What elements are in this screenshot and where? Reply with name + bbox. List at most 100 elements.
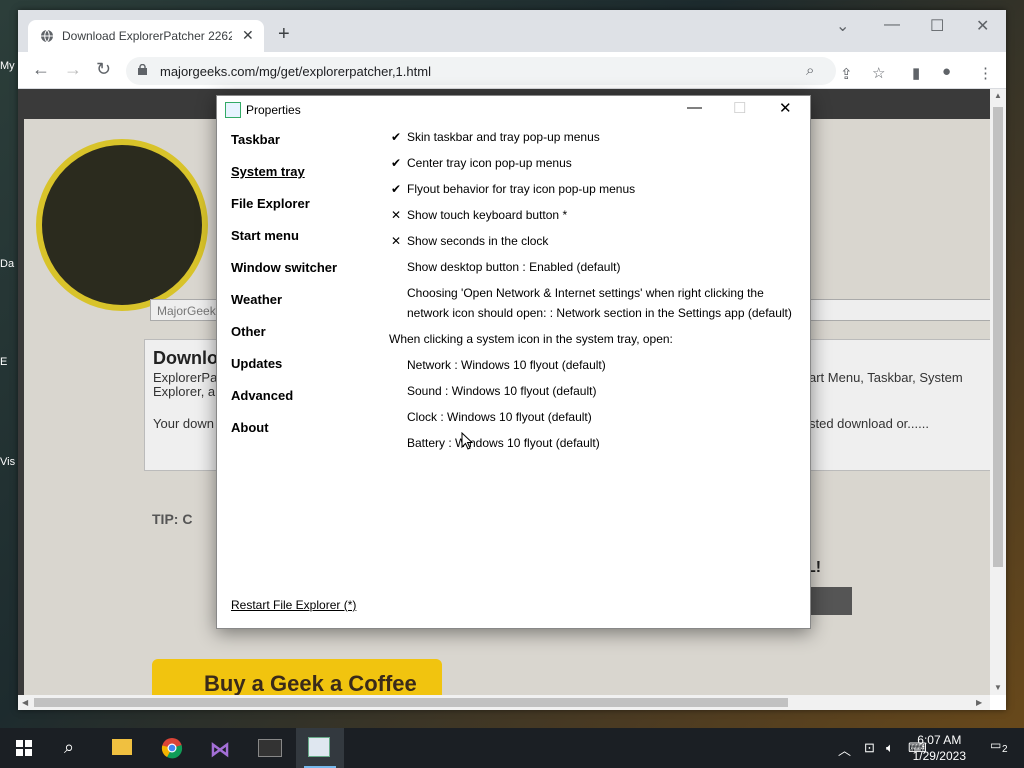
nav-updates[interactable]: Updates	[231, 356, 282, 371]
search-button[interactable]: ⌕	[48, 728, 96, 768]
taskbar-properties[interactable]	[296, 728, 344, 768]
checkmark-icon: ✔	[390, 130, 402, 144]
close-icon[interactable]: ✕	[779, 99, 792, 117]
clock-date: 1/29/2023	[912, 749, 966, 763]
restart-explorer-link[interactable]: Restart File Explorer (*)	[231, 598, 356, 612]
nav-system-tray[interactable]: System tray	[231, 164, 305, 179]
desktop-icon-label[interactable]: E	[0, 356, 18, 368]
taskbar-visual-studio[interactable]: ⋈	[196, 728, 244, 768]
option-network-settings[interactable]: Choosing 'Open Network & Internet settin…	[389, 283, 799, 323]
chevron-down-icon[interactable]: ⌄	[836, 16, 849, 36]
network-icon[interactable]: ⊡	[864, 740, 875, 756]
maximize-icon[interactable]: ☐	[930, 16, 944, 36]
bookmark-star-icon[interactable]: ☆	[872, 64, 885, 82]
search-icon: ⌕	[64, 737, 75, 757]
vertical-scrollbar[interactable]: ▲ ▼	[990, 89, 1006, 695]
taskbar-chrome[interactable]	[148, 728, 196, 768]
app-icon	[308, 737, 330, 757]
notification-count: 2	[1002, 744, 1008, 755]
page-subtext: Explorer, a	[153, 384, 216, 399]
browser-tab[interactable]: Download ExplorerPatcher 2262 ✕	[28, 20, 264, 52]
nav-file-explorer[interactable]: File Explorer	[231, 196, 310, 211]
page-subtext: ExplorerPa	[153, 370, 218, 385]
option-label: Show touch keyboard button *	[407, 208, 568, 222]
cross-icon: ✕	[390, 234, 402, 248]
chevron-up-icon[interactable]: ︿	[838, 740, 851, 759]
close-icon[interactable]: ✕	[976, 16, 989, 36]
horizontal-scrollbar[interactable]: ◀ ▶	[18, 695, 990, 710]
option-label: Choosing 'Open Network & Internet settin…	[407, 286, 764, 300]
option-label: network icon should open: : Network sect…	[407, 306, 792, 320]
forward-icon[interactable]: →	[64, 60, 82, 78]
scroll-right-icon[interactable]: ▶	[976, 698, 982, 707]
globe-icon	[41, 29, 53, 43]
search-icon[interactable]: ⌕	[806, 62, 814, 79]
mouse-cursor-icon	[461, 432, 473, 450]
menu-kebab-icon[interactable]: ⋮	[978, 64, 993, 82]
nav-weather[interactable]: Weather	[231, 292, 282, 307]
windows-logo-icon	[16, 740, 32, 756]
reload-icon[interactable]: ↻	[96, 60, 111, 78]
tip-label: TIP: C	[152, 511, 193, 527]
option-label: Show seconds in the clock	[407, 234, 549, 248]
scroll-left-icon[interactable]: ◀	[22, 698, 28, 707]
chrome-icon	[161, 738, 183, 759]
taskbar-file-explorer[interactable]	[98, 728, 146, 768]
tab-strip: Download ExplorerPatcher 2262 ✕ + ⌄ — ☐ …	[18, 10, 1006, 52]
minimize-icon[interactable]: —	[687, 99, 702, 116]
option-label: Sound : Windows 10 flyout (default)	[407, 384, 597, 398]
clock-time: 6:07 AM	[917, 733, 962, 747]
page-heading: Downlo	[153, 348, 218, 368]
nav-advanced[interactable]: Advanced	[231, 388, 293, 403]
taskbar-clock[interactable]: 6:07 AM 1/29/2023	[913, 732, 966, 764]
section-header: When clicking a system icon in the syste…	[389, 332, 673, 346]
side-panel-icon[interactable]: ▮	[912, 64, 920, 82]
taskbar: ⌕ ⋈ ︿ ⊡ 🔈︎ ⌨ 6:07 AM 1/29/2023 ▭ 2	[0, 728, 1024, 768]
dialog-titlebar[interactable]: Properties — ☐ ✕	[217, 96, 810, 124]
desktop-icon-label[interactable]: My	[0, 60, 18, 72]
option-label: Show desktop button : Enabled (default)	[407, 260, 621, 274]
url-text: majorgeeks.com/mg/get/explorerpatcher,1.…	[160, 64, 431, 79]
close-tab-icon[interactable]: ✕	[242, 27, 254, 44]
tab-title: Download ExplorerPatcher 2262	[62, 29, 232, 43]
cross-icon: ✕	[390, 208, 402, 222]
option-label: Battery : Windows 10 flyout (default)	[407, 436, 600, 450]
scroll-up-icon[interactable]: ▲	[994, 91, 1002, 100]
nav-taskbar[interactable]: Taskbar	[231, 132, 280, 147]
nav-other[interactable]: Other	[231, 324, 266, 339]
notification-icon: ▭	[990, 738, 1002, 752]
minimize-icon[interactable]: —	[884, 16, 900, 34]
scroll-down-icon[interactable]: ▼	[994, 683, 1002, 692]
page-text: Your down	[153, 416, 214, 431]
buy-coffee-button[interactable]: Buy a Geek a Coffee	[152, 659, 442, 695]
profile-avatar-icon[interactable]: ●	[942, 63, 951, 80]
nav-about[interactable]: About	[231, 420, 269, 435]
scroll-thumb[interactable]	[993, 107, 1003, 567]
terminal-icon	[258, 739, 282, 757]
checkmark-icon: ✔	[390, 156, 402, 170]
desktop-icon-label[interactable]: Da	[0, 258, 18, 270]
nav-start-menu[interactable]: Start menu	[231, 228, 299, 243]
option-label: Center tray icon pop-up menus	[407, 156, 572, 170]
option-label: Network : Windows 10 flyout (default)	[407, 358, 606, 372]
nav-window-switcher[interactable]: Window switcher	[231, 260, 337, 275]
folder-icon	[112, 739, 132, 755]
page-text: sted download or......	[809, 416, 929, 431]
page-subtext: art Menu, Taskbar, System	[809, 370, 963, 385]
properties-dialog: Properties — ☐ ✕ Taskbar System tray Fil…	[216, 95, 811, 629]
notification-button[interactable]: ▭ 2	[990, 738, 1012, 758]
address-bar[interactable]: majorgeeks.com/mg/get/explorerpatcher,1.…	[126, 57, 836, 85]
scroll-thumb[interactable]	[34, 698, 788, 707]
majorgeeks-logo	[36, 139, 208, 311]
browser-toolbar: ← → ↻ majorgeeks.com/mg/get/explorerpatc…	[18, 52, 1006, 89]
desktop-icon-label[interactable]: Vis	[0, 456, 18, 468]
new-tab-button[interactable]: +	[278, 24, 290, 44]
share-icon[interactable]: ⇪	[840, 65, 853, 83]
lock-icon	[138, 64, 147, 75]
back-icon[interactable]: ←	[32, 60, 50, 78]
taskbar-terminal[interactable]	[246, 728, 294, 768]
dialog-title: Properties	[246, 103, 301, 117]
start-button[interactable]	[0, 728, 48, 768]
volume-icon[interactable]: 🔈︎	[886, 740, 894, 756]
option-label: Clock : Windows 10 flyout (default)	[407, 410, 592, 424]
